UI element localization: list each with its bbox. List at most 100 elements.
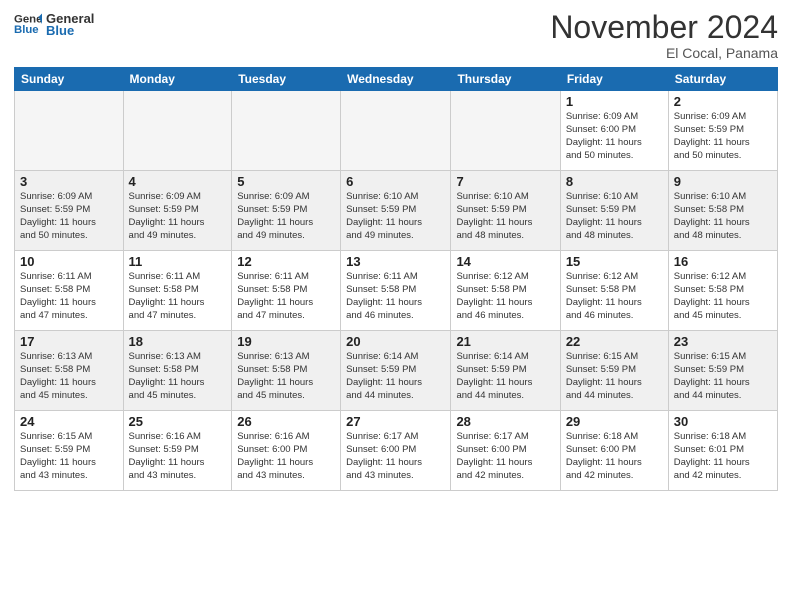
calendar-cell: 26 Sunrise: 6:16 AM Sunset: 6:00 PM Dayli… bbox=[232, 411, 341, 491]
calendar-cell: 21 Sunrise: 6:14 AM Sunset: 5:59 PM Dayli… bbox=[451, 331, 560, 411]
location: El Cocal, Panama bbox=[550, 45, 778, 61]
calendar-cell: 3 Sunrise: 6:09 AM Sunset: 5:59 PM Daylig… bbox=[15, 171, 124, 251]
calendar-cell: 18Sunrise: 6:13 AM Sunset: 5:58 PM Dayli… bbox=[123, 331, 232, 411]
day-info: Sunrise: 6:12 AM Sunset: 5:58 PM Dayligh… bbox=[674, 271, 772, 322]
title-block: November 2024 El Cocal, Panama bbox=[550, 10, 778, 61]
calendar-cell: 22 Sunrise: 6:15 AM Sunset: 5:59 PM Dayli… bbox=[560, 331, 668, 411]
day-info: Sunrise: 6:11 AM Sunset: 5:58 PM Dayligh… bbox=[346, 271, 445, 322]
day-number: 12 bbox=[237, 254, 335, 269]
day-number: 11 bbox=[129, 254, 227, 269]
day-number: 26 bbox=[237, 414, 335, 429]
day-info: Sunrise: 6:17 AM Sunset: 6:00 PM Dayligh… bbox=[456, 431, 554, 482]
col-header-saturday: Saturday bbox=[668, 68, 777, 91]
calendar-cell: 13 Sunrise: 6:11 AM Sunset: 5:58 PM Dayli… bbox=[341, 251, 451, 331]
day-number: 21 bbox=[456, 334, 554, 349]
calendar-cell: 14 Sunrise: 6:12 AM Sunset: 5:58 PM Dayli… bbox=[451, 251, 560, 331]
calendar-body: 1Sunrise: 6:09 AM Sunset: 6:00 PM Daylig… bbox=[15, 91, 778, 491]
day-info: Sunrise: 6:10 AM Sunset: 5:58 PM Dayligh… bbox=[674, 191, 772, 242]
day-number: 5 bbox=[237, 174, 335, 189]
calendar-cell: 27Sunrise: 6:17 AM Sunset: 6:00 PM Dayli… bbox=[341, 411, 451, 491]
col-header-thursday: Thursday bbox=[451, 68, 560, 91]
day-number: 9 bbox=[674, 174, 772, 189]
calendar-cell: 1Sunrise: 6:09 AM Sunset: 6:00 PM Daylig… bbox=[560, 91, 668, 171]
day-number: 30 bbox=[674, 414, 772, 429]
calendar-cell: 24 Sunrise: 6:15 AM Sunset: 5:59 PM Dayli… bbox=[15, 411, 124, 491]
week-row-4: 24 Sunrise: 6:15 AM Sunset: 5:59 PM Dayli… bbox=[15, 411, 778, 491]
calendar-cell: 30Sunrise: 6:18 AM Sunset: 6:01 PM Dayli… bbox=[668, 411, 777, 491]
week-row-2: 10 Sunrise: 6:11 AM Sunset: 5:58 PM Dayli… bbox=[15, 251, 778, 331]
day-info: Sunrise: 6:10 AM Sunset: 5:59 PM Dayligh… bbox=[456, 191, 554, 242]
page: General Blue General Blue November 2024 … bbox=[0, 0, 792, 612]
calendar-header: SundayMondayTuesdayWednesdayThursdayFrid… bbox=[15, 68, 778, 91]
calendar-cell: 23Sunrise: 6:15 AM Sunset: 5:59 PM Dayli… bbox=[668, 331, 777, 411]
day-number: 8 bbox=[566, 174, 663, 189]
calendar-cell: 17 Sunrise: 6:13 AM Sunset: 5:58 PM Dayli… bbox=[15, 331, 124, 411]
day-number: 25 bbox=[129, 414, 227, 429]
calendar-cell: 5Sunrise: 6:09 AM Sunset: 5:59 PM Daylig… bbox=[232, 171, 341, 251]
day-info: Sunrise: 6:14 AM Sunset: 5:59 PM Dayligh… bbox=[346, 351, 445, 402]
col-header-tuesday: Tuesday bbox=[232, 68, 341, 91]
logo: General Blue General Blue bbox=[14, 10, 94, 38]
day-info: Sunrise: 6:12 AM Sunset: 5:58 PM Dayligh… bbox=[456, 271, 554, 322]
header: General Blue General Blue November 2024 … bbox=[14, 10, 778, 61]
day-number: 10 bbox=[20, 254, 118, 269]
day-info: Sunrise: 6:12 AM Sunset: 5:58 PM Dayligh… bbox=[566, 271, 663, 322]
day-number: 1 bbox=[566, 94, 663, 109]
calendar-cell: 19Sunrise: 6:13 AM Sunset: 5:58 PM Dayli… bbox=[232, 331, 341, 411]
day-info: Sunrise: 6:11 AM Sunset: 5:58 PM Dayligh… bbox=[237, 271, 335, 322]
day-info: Sunrise: 6:15 AM Sunset: 5:59 PM Dayligh… bbox=[566, 351, 663, 402]
day-number: 20 bbox=[346, 334, 445, 349]
day-number: 7 bbox=[456, 174, 554, 189]
day-info: Sunrise: 6:09 AM Sunset: 5:59 PM Dayligh… bbox=[20, 191, 118, 242]
calendar-cell: 4 Sunrise: 6:09 AM Sunset: 5:59 PM Daylig… bbox=[123, 171, 232, 251]
day-number: 22 bbox=[566, 334, 663, 349]
day-info: Sunrise: 6:09 AM Sunset: 5:59 PM Dayligh… bbox=[129, 191, 227, 242]
day-number: 15 bbox=[566, 254, 663, 269]
day-info: Sunrise: 6:15 AM Sunset: 5:59 PM Dayligh… bbox=[20, 431, 118, 482]
calendar-cell: 6 Sunrise: 6:10 AM Sunset: 5:59 PM Daylig… bbox=[341, 171, 451, 251]
header-row: SundayMondayTuesdayWednesdayThursdayFrid… bbox=[15, 68, 778, 91]
day-info: Sunrise: 6:16 AM Sunset: 6:00 PM Dayligh… bbox=[237, 431, 335, 482]
day-info: Sunrise: 6:13 AM Sunset: 5:58 PM Dayligh… bbox=[20, 351, 118, 402]
col-header-wednesday: Wednesday bbox=[341, 68, 451, 91]
day-number: 28 bbox=[456, 414, 554, 429]
calendar-cell bbox=[123, 91, 232, 171]
day-info: Sunrise: 6:10 AM Sunset: 5:59 PM Dayligh… bbox=[346, 191, 445, 242]
calendar-cell: 29 Sunrise: 6:18 AM Sunset: 6:00 PM Dayli… bbox=[560, 411, 668, 491]
month-title: November 2024 bbox=[550, 10, 778, 45]
logo-icon: General Blue bbox=[14, 10, 42, 38]
day-number: 4 bbox=[129, 174, 227, 189]
calendar-cell bbox=[232, 91, 341, 171]
calendar-cell bbox=[341, 91, 451, 171]
week-row-3: 17 Sunrise: 6:13 AM Sunset: 5:58 PM Dayli… bbox=[15, 331, 778, 411]
calendar-cell: 10 Sunrise: 6:11 AM Sunset: 5:58 PM Dayli… bbox=[15, 251, 124, 331]
col-header-sunday: Sunday bbox=[15, 68, 124, 91]
col-header-friday: Friday bbox=[560, 68, 668, 91]
calendar-cell bbox=[451, 91, 560, 171]
day-info: Sunrise: 6:13 AM Sunset: 5:58 PM Dayligh… bbox=[129, 351, 227, 402]
day-number: 2 bbox=[674, 94, 772, 109]
calendar-cell: 12 Sunrise: 6:11 AM Sunset: 5:58 PM Dayli… bbox=[232, 251, 341, 331]
day-info: Sunrise: 6:09 AM Sunset: 5:59 PM Dayligh… bbox=[674, 111, 772, 162]
calendar-cell: 15 Sunrise: 6:12 AM Sunset: 5:58 PM Dayli… bbox=[560, 251, 668, 331]
day-number: 3 bbox=[20, 174, 118, 189]
svg-text:Blue: Blue bbox=[14, 24, 39, 36]
day-info: Sunrise: 6:11 AM Sunset: 5:58 PM Dayligh… bbox=[20, 271, 118, 322]
day-info: Sunrise: 6:14 AM Sunset: 5:59 PM Dayligh… bbox=[456, 351, 554, 402]
day-number: 13 bbox=[346, 254, 445, 269]
day-info: Sunrise: 6:18 AM Sunset: 6:00 PM Dayligh… bbox=[566, 431, 663, 482]
day-number: 27 bbox=[346, 414, 445, 429]
calendar-cell: 11Sunrise: 6:11 AM Sunset: 5:58 PM Dayli… bbox=[123, 251, 232, 331]
day-info: Sunrise: 6:13 AM Sunset: 5:58 PM Dayligh… bbox=[237, 351, 335, 402]
day-number: 14 bbox=[456, 254, 554, 269]
calendar: SundayMondayTuesdayWednesdayThursdayFrid… bbox=[14, 67, 778, 491]
day-number: 23 bbox=[674, 334, 772, 349]
day-number: 17 bbox=[20, 334, 118, 349]
calendar-cell: 8Sunrise: 6:10 AM Sunset: 5:59 PM Daylig… bbox=[560, 171, 668, 251]
day-number: 24 bbox=[20, 414, 118, 429]
day-number: 6 bbox=[346, 174, 445, 189]
week-row-0: 1Sunrise: 6:09 AM Sunset: 6:00 PM Daylig… bbox=[15, 91, 778, 171]
day-info: Sunrise: 6:16 AM Sunset: 5:59 PM Dayligh… bbox=[129, 431, 227, 482]
calendar-cell: 25 Sunrise: 6:16 AM Sunset: 5:59 PM Dayli… bbox=[123, 411, 232, 491]
day-number: 29 bbox=[566, 414, 663, 429]
